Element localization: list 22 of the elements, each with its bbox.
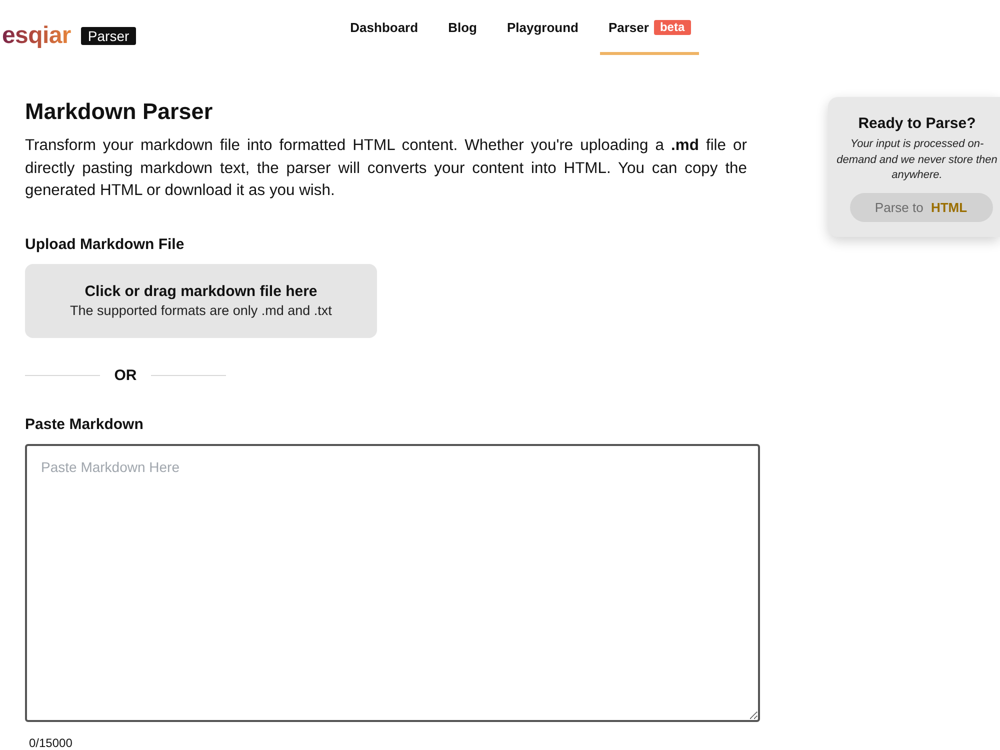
nav-tab[interactable]: Blog [440, 0, 485, 55]
nav-tab[interactable]: Parser beta [600, 0, 699, 55]
or-divider-text: OR [114, 366, 137, 386]
beta-badge: beta [654, 20, 691, 34]
character-counter: 0/15000 [29, 736, 72, 750]
drop-zone-hint: The supported formats are only .md and .txt [70, 302, 332, 320]
logo-tag: Parser [80, 27, 136, 45]
drop-zone-title: Click or drag markdown file here [84, 282, 318, 302]
upload-label: Upload Markdown File [25, 234, 186, 254]
card-note: Your input is processed on-demand and we never store then anywhere. [836, 137, 998, 183]
nav-tab[interactable]: Playground [498, 0, 586, 55]
page-title: Markdown Parser [25, 98, 214, 126]
markdown-input[interactable]: Paste Markdown Here [25, 444, 760, 722]
nav-tab-label: Parser [608, 20, 649, 34]
card-title: Ready to Parse? [858, 114, 976, 134]
nav-tab[interactable]: Dashboard [342, 0, 426, 55]
nav-tab-label: Blog [448, 20, 477, 34]
page-description: Transform your markdown file into formatted HTML content. Whether you're uploading a .md file or directly pasting markdown text, the parser will converts your content into HTML. You can copy the generated HTML or download it as you wish. [25, 136, 747, 201]
file-drop-zone[interactable]: Click or drag markdown file here The supported formats are only .md and .txt [25, 264, 377, 338]
nav-tab-label: Playground [506, 20, 578, 34]
nav-tab-label: Dashboard [350, 20, 418, 34]
paste-label: Paste Markdown [25, 414, 144, 434]
